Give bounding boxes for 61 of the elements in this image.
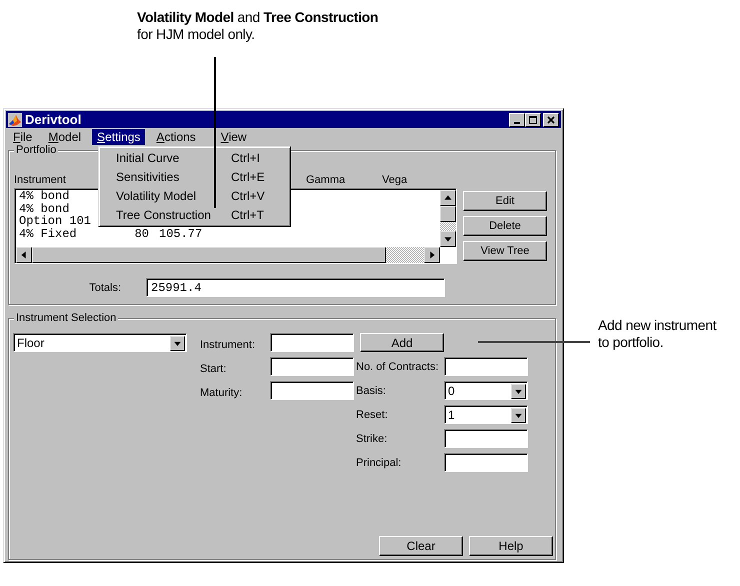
column-header: Gamma — [306, 174, 346, 186]
list-cell-text: Option 101 — [19, 215, 92, 228]
maximize-button[interactable] — [525, 112, 541, 126]
annotation-text: Volatility Model and Tree Construction for HJM model only. — [137, 9, 378, 43]
vertical-scrollbar[interactable] — [440, 190, 456, 247]
menu-item[interactable]: Actions — [151, 129, 201, 145]
field-label: Maturity: — [200, 386, 244, 400]
input-field[interactable] — [444, 453, 528, 472]
scrollbar-track[interactable] — [440, 222, 456, 231]
add-button[interactable]: Add — [360, 333, 444, 352]
minimize-button[interactable] — [509, 112, 525, 126]
minimize-icon — [514, 122, 520, 124]
maximize-icon — [528, 114, 538, 124]
input-field[interactable] — [270, 357, 354, 376]
field-label: Start: — [200, 362, 228, 376]
field-label: Totals: — [88, 282, 122, 294]
field-label: Principal: — [356, 456, 402, 470]
action-button[interactable]: Edit — [463, 191, 547, 211]
scrollbar-thumb[interactable] — [32, 247, 386, 263]
close-icon — [546, 114, 556, 124]
menu-item[interactable]: View — [216, 129, 252, 145]
list-cell-text: 4% bond — [19, 202, 70, 215]
shortcut-text: Ctrl+E — [231, 170, 265, 184]
action-button[interactable]: Clear — [379, 536, 463, 556]
action-button[interactable]: Help — [469, 536, 553, 556]
input-field[interactable] — [270, 333, 354, 352]
window-title: Derivtool — [25, 112, 82, 127]
field-label: Instrument: — [200, 338, 256, 352]
shortcut-text: Ctrl+I — [231, 150, 260, 164]
input-field[interactable] — [444, 429, 528, 448]
instrument-type-dropdown[interactable]: Floor — [13, 333, 187, 352]
field-label: Strike: — [356, 432, 388, 446]
list-cell: 105.77 — [159, 228, 202, 240]
column-header: Instrument — [14, 174, 66, 186]
column-header: Vega — [382, 174, 408, 186]
shortcut-text: Ctrl+V — [231, 188, 265, 202]
dropdown[interactable]: 0 — [444, 381, 528, 400]
action-button[interactable]: Delete — [463, 216, 547, 236]
input-field[interactable] — [270, 381, 354, 400]
annotation-text: Add new instrument to portfolio. — [598, 317, 716, 351]
field-label: Reset: — [356, 408, 389, 422]
field-label: No. of Contracts: — [356, 360, 440, 374]
field-label: Basis: — [356, 384, 387, 398]
dropdown[interactable]: 1 — [444, 405, 528, 424]
totals-field[interactable]: 25991.4 — [146, 278, 445, 297]
list-cell-text: 4% bond — [19, 190, 70, 202]
menu-item[interactable]: Initial Curve — [116, 150, 231, 164]
menu-item[interactable]: Model — [43, 129, 86, 145]
list-cell-text: 4% Fixed — [19, 228, 78, 240]
list-cell-text: 80 — [134, 228, 149, 240]
shortcut-text: Ctrl+T — [231, 208, 264, 222]
input-field[interactable] — [444, 357, 528, 376]
action-button[interactable]: View Tree — [463, 241, 547, 261]
close-button[interactable] — [543, 112, 559, 126]
menu-item[interactable]: Sensitivities — [116, 170, 231, 184]
scrollbar-thumb[interactable] — [440, 206, 456, 222]
menu-item[interactable]: File — [8, 129, 38, 145]
app-icon — [8, 112, 22, 126]
menu-item[interactable]: Volatility Model — [116, 188, 231, 202]
menu-item[interactable]: Tree Construction — [116, 208, 231, 222]
menu-item[interactable]: Settings — [92, 129, 146, 145]
